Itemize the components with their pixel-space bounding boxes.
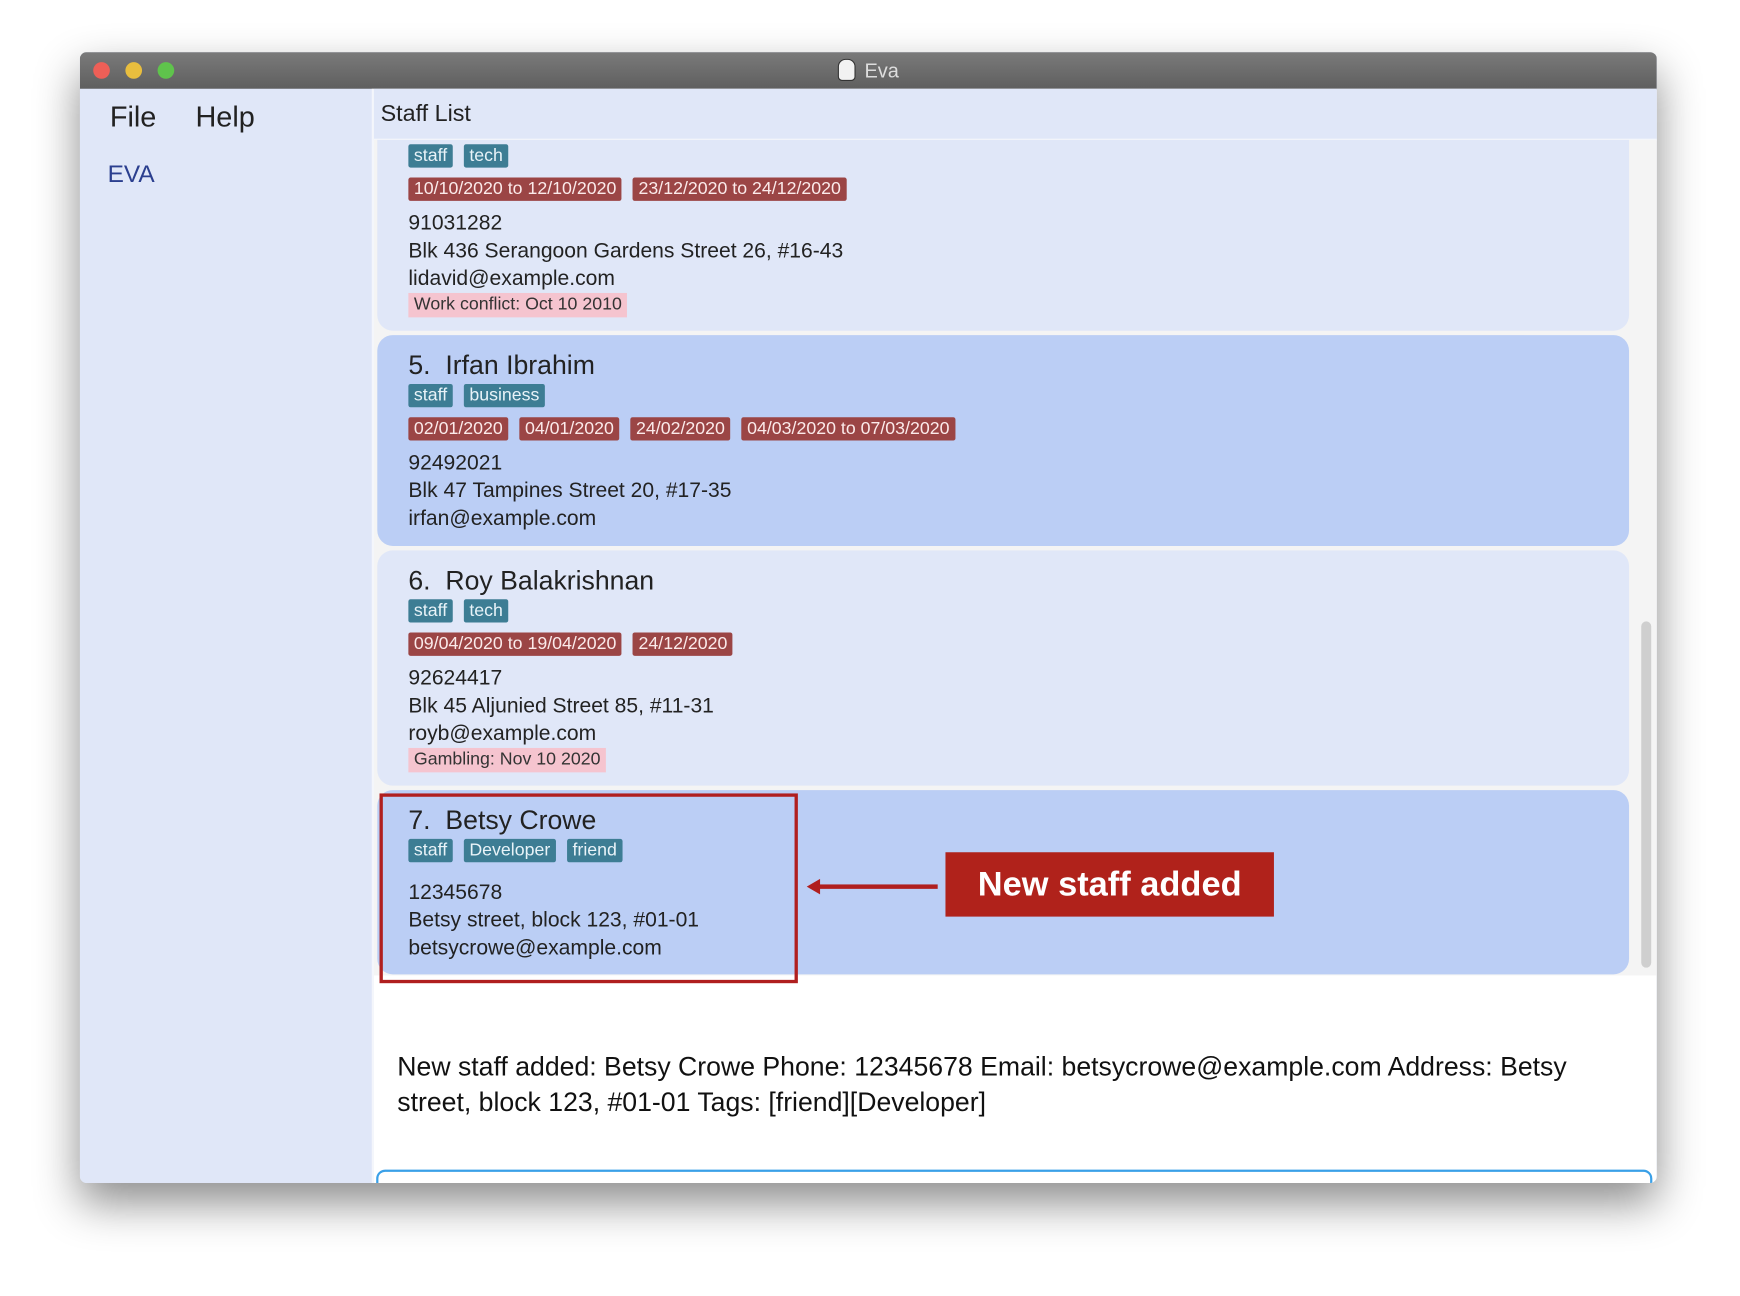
phone: 92624417 [408,666,503,691]
list-scrollbar[interactable] [1641,621,1652,968]
staff-card[interactable]: 5. Irfan Ibrahim staff business 02/01/20… [377,335,1630,546]
tag: tech [463,144,509,168]
phone: 92492021 [408,451,503,475]
annotation-label: New staff added [945,852,1274,917]
email: lidavid@example.com [408,267,615,291]
staff-name-text: Irfan Ibrahim [445,350,595,381]
tag: staff [408,599,453,623]
app-icon [837,58,856,82]
tag: business [463,383,545,408]
staff-index: 6. [408,565,431,596]
leave-date: 24/02/2020 [630,417,731,441]
stage: Eva File Help EVA Staff List staff tech … [0,0,1740,1296]
menu-file[interactable]: File [110,100,157,133]
leave-date: 04/03/2020 to 07/03/2020 [741,417,956,441]
window-title: Eva [80,58,1657,83]
staff-card[interactable]: staff tech 10/10/2020 to 12/10/2020 23/1… [377,139,1630,331]
tag-row: staff tech [408,144,1629,168]
tag: staff [408,144,453,168]
staff-name: 5. Irfan Ibrahim [408,351,1629,382]
window-title-text: Eva [864,59,899,83]
staff-name: 6. Roy Balakrishnan [408,566,1629,597]
tag-row: staff business [408,383,1629,408]
address: Blk 436 Serangoon Gardens Street 26, #16… [408,239,844,263]
staff-card[interactable]: 6. Roy Balakrishnan staff tech 09/04/202… [377,550,1630,786]
menu-help[interactable]: Help [195,100,254,133]
annotation-highlight-box [379,793,798,984]
menu-bar: File Help [110,100,286,134]
leave-row: 02/01/2020 04/01/2020 24/02/2020 04/03/2… [408,417,1629,441]
leave-row: 10/10/2020 to 12/10/2020 23/12/2020 to 2… [408,177,1629,201]
leave-row: 09/04/2020 to 19/04/2020 24/12/2020 [408,632,1629,656]
command-input[interactable] [376,1169,1653,1183]
result-display: New staff added: Betsy Crowe Phone: 1234… [397,1051,1567,1118]
leave-date: 02/01/2020 [408,417,509,441]
title-bar: Eva [79,52,1657,90]
address: Blk 47 Tampines Street 20, #17-35 [408,479,732,503]
leave-date: 10/10/2020 to 12/10/2020 [408,177,622,201]
page-title: Staff List [380,100,471,127]
sidebar-eva-label[interactable]: EVA [108,160,155,189]
address: Blk 45 Aljunied Street 85, #11-31 [408,694,714,718]
tag: tech [463,599,509,623]
leave-date: 09/04/2020 to 19/04/2020 [408,632,622,656]
staff-name-text: Roy Balakrishnan [445,565,655,596]
leave-date: 24/12/2020 [632,632,733,656]
tag: staff [408,383,453,408]
email: royb@example.com [408,722,597,746]
sidebar: File Help EVA [79,88,374,1183]
remark: Work conflict: Oct 10 2010 [408,292,628,318]
email: irfan@example.com [408,507,597,531]
tag-row: staff tech [408,599,1629,623]
main-panel: Staff List staff tech 10/10/2020 to 12/1… [373,88,1657,1183]
remark: Gambling: Nov 10 2020 [408,747,607,773]
staff-list-header: Staff List [373,88,1657,141]
leave-date: 04/01/2020 [519,417,620,441]
leave-date: 23/12/2020 to 24/12/2020 [632,177,847,201]
phone: 91031282 [408,211,503,236]
annotation-arrow [817,884,938,889]
staff-index: 5. [408,350,431,381]
app-window: Eva File Help EVA Staff List staff tech … [79,52,1657,1183]
